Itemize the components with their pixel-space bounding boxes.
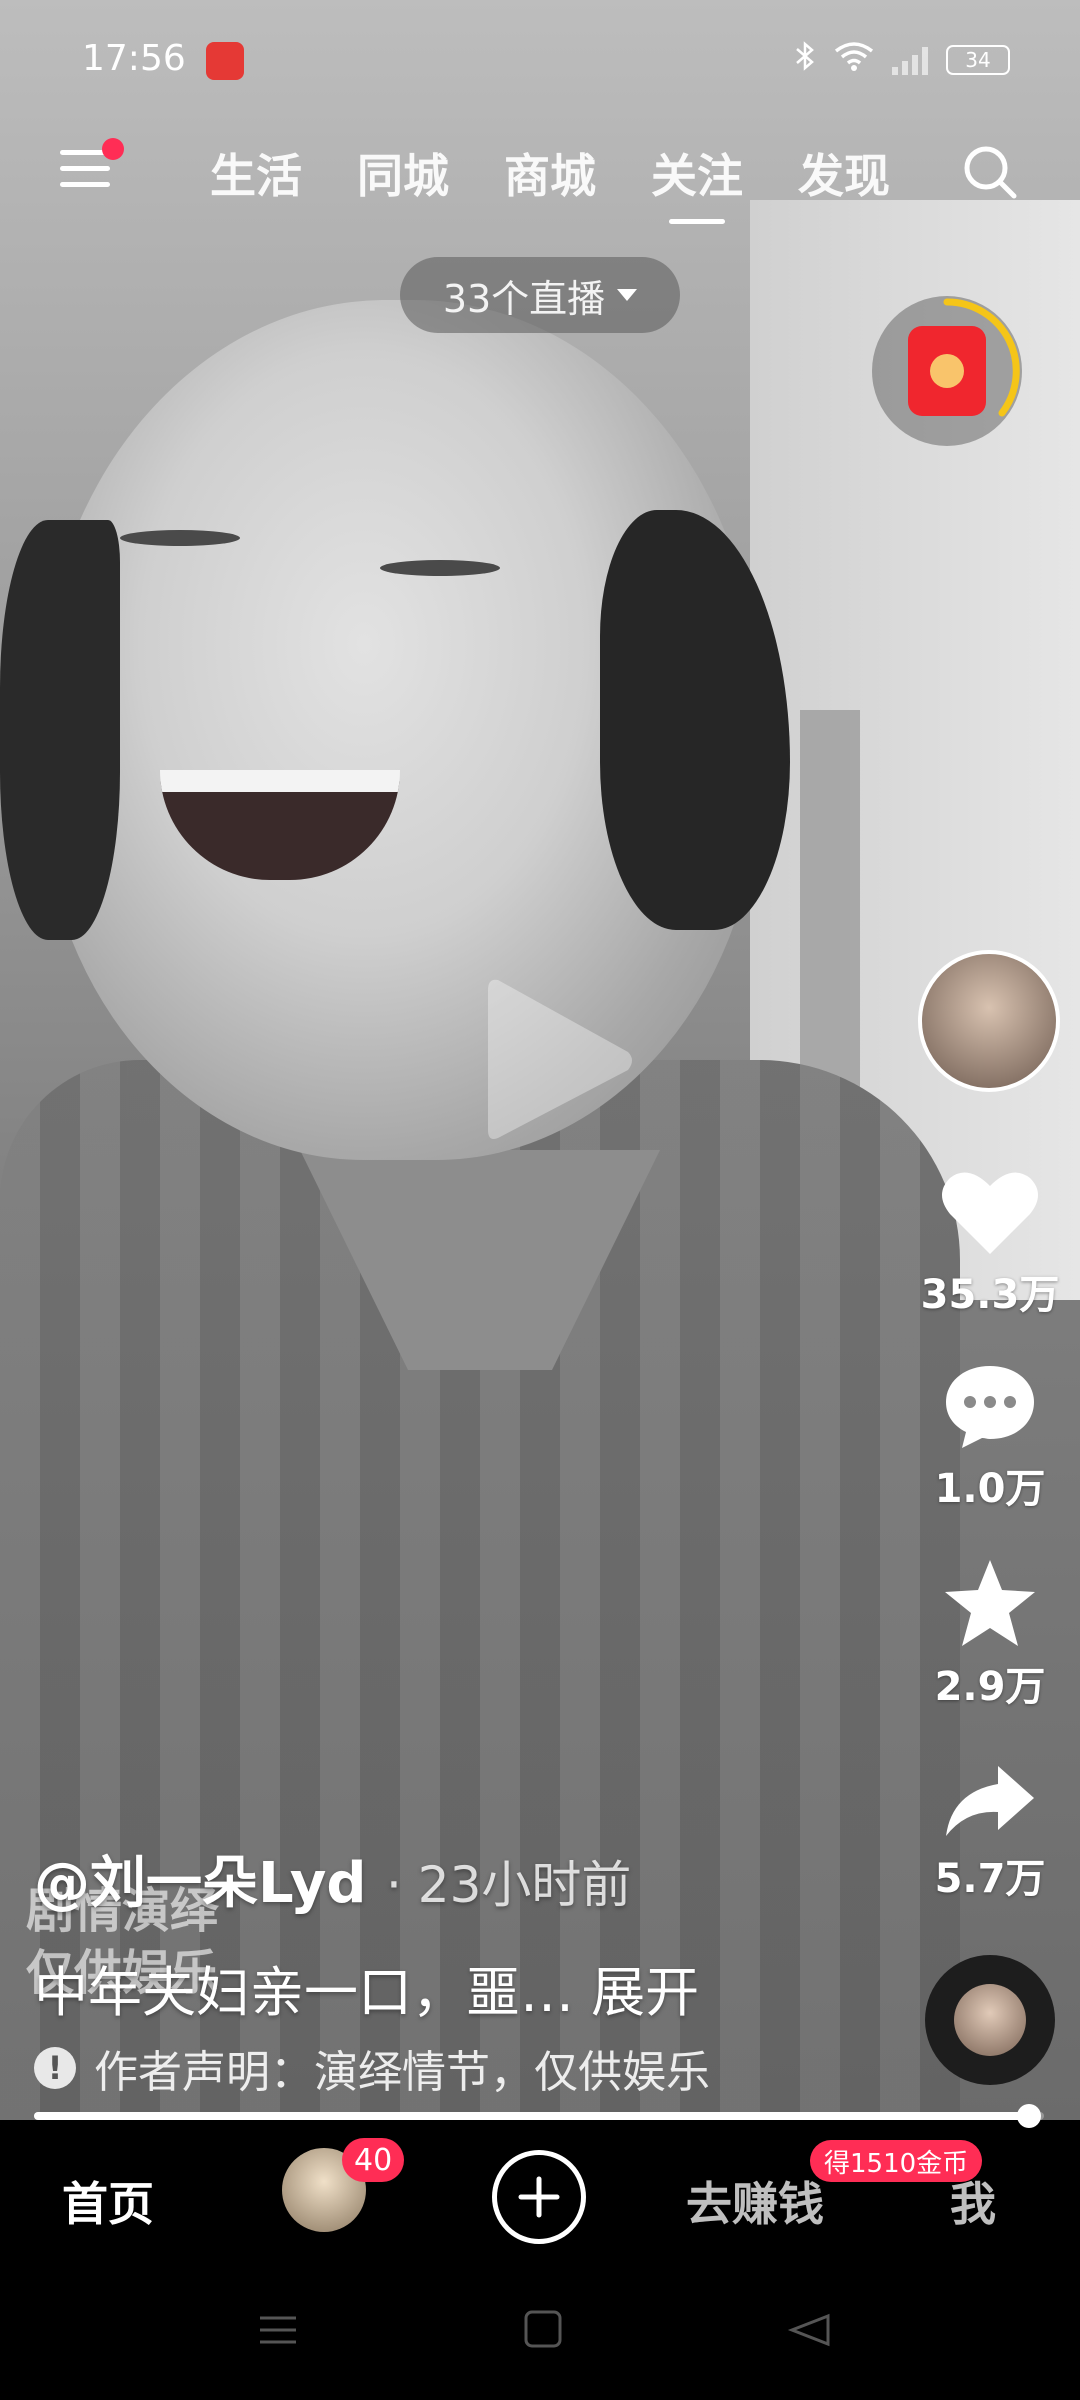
red-packet-icon bbox=[908, 326, 986, 416]
video-subject-eye bbox=[120, 530, 240, 546]
play-icon[interactable] bbox=[478, 970, 638, 1150]
post-caption[interactable]: 中年夫妇亲一口，噩… 展开 bbox=[34, 1948, 699, 2027]
favorite-count: 2.9万 bbox=[934, 1664, 1046, 1710]
nav-me[interactable]: 我 bbox=[950, 2168, 996, 2234]
red-packet-timer[interactable] bbox=[872, 296, 1022, 446]
tab-life[interactable]: 生活 bbox=[210, 140, 302, 206]
signal-icon bbox=[892, 45, 928, 75]
live-count-pill[interactable]: 33个直播 bbox=[400, 257, 680, 333]
battery-level: 34 bbox=[965, 48, 991, 72]
comment-count: 1.0万 bbox=[934, 1466, 1046, 1512]
status-bar: 17:56 34 bbox=[0, 0, 1080, 120]
app-notification-icon bbox=[206, 42, 244, 80]
progress-handle[interactable] bbox=[1016, 2104, 1041, 2128]
music-disc[interactable] bbox=[925, 1955, 1055, 2085]
nav-home[interactable]: 首页 bbox=[62, 2168, 154, 2234]
plus-icon bbox=[518, 2176, 560, 2218]
search-icon[interactable] bbox=[962, 144, 1018, 200]
author-avatar[interactable] bbox=[918, 950, 1060, 1092]
share-button[interactable]: 5.7万 bbox=[900, 1762, 1080, 1904]
like-count: 35.3万 bbox=[920, 1272, 1060, 1318]
live-count-label: 33个直播 bbox=[442, 276, 606, 321]
back-icon[interactable] bbox=[787, 2313, 830, 2347]
share-count: 5.7万 bbox=[934, 1856, 1046, 1902]
battery-icon: 34 bbox=[946, 45, 1010, 75]
video-subject-hair-left bbox=[0, 520, 120, 940]
caret-down-icon bbox=[617, 289, 638, 301]
bluetooth-icon bbox=[794, 40, 816, 80]
playback-progress[interactable] bbox=[34, 2104, 1044, 2128]
progress-fill bbox=[34, 2112, 1029, 2120]
comment-button[interactable]: 1.0万 bbox=[900, 1362, 1080, 1514]
like-button[interactable]: 35.3万 bbox=[900, 1168, 1080, 1320]
exclamation-icon: ! bbox=[34, 2047, 76, 2089]
tab-discover[interactable]: 发现 bbox=[798, 140, 890, 206]
author-disclaimer: ! 作者声明：演绎情节，仅供娱乐 bbox=[34, 2036, 710, 2100]
post-time: · 23小时前 bbox=[385, 1856, 632, 1914]
top-nav: 生活 同城 商城 关注 发现 bbox=[0, 130, 1080, 230]
nav-earn[interactable]: 去赚钱 bbox=[686, 2168, 824, 2234]
favorite-button[interactable]: 2.9万 bbox=[900, 1558, 1080, 1712]
create-button[interactable] bbox=[492, 2150, 586, 2244]
tab-mall[interactable]: 商城 bbox=[504, 140, 596, 206]
menu-icon[interactable] bbox=[60, 150, 110, 200]
music-cover bbox=[954, 1984, 1026, 2056]
recent-apps-icon[interactable] bbox=[260, 2316, 296, 2344]
tab-local[interactable]: 同城 bbox=[357, 140, 449, 206]
friend-badge: 40 bbox=[342, 2138, 405, 2182]
wifi-icon bbox=[834, 41, 874, 79]
tab-following[interactable]: 关注 bbox=[651, 140, 743, 224]
share-arrow-icon bbox=[946, 1766, 1034, 1836]
author-line: @刘一朵Lyd · 23小时前 bbox=[34, 1838, 631, 1919]
comment-icon bbox=[946, 1366, 1034, 1448]
system-nav bbox=[0, 2260, 1080, 2400]
menu-notification-dot bbox=[102, 138, 124, 160]
heart-icon bbox=[942, 1172, 1038, 1254]
video-subject-eye bbox=[380, 560, 500, 576]
star-icon bbox=[945, 1560, 1035, 1646]
status-icons: 34 bbox=[794, 40, 1010, 80]
author-name[interactable]: @刘一朵Lyd bbox=[34, 1851, 366, 1916]
top-tabs: 生活 同城 商城 关注 发现 bbox=[210, 140, 890, 224]
disclaimer-text: 作者声明：演绎情节，仅供娱乐 bbox=[94, 2047, 710, 2098]
status-time: 17:56 bbox=[82, 38, 186, 79]
bottom-nav: 首页 40 去赚钱 得1510金币 我 bbox=[0, 2130, 1080, 2260]
home-system-icon[interactable] bbox=[524, 2310, 562, 2348]
